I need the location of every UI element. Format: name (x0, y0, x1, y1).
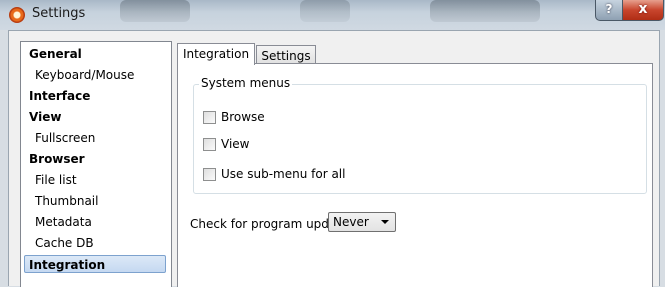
close-icon: x (638, 1, 648, 17)
updates-frequency-value: Never (333, 215, 369, 229)
sidebar-item-file-list[interactable]: File list (25, 171, 165, 189)
system-menus-title: System menus (199, 76, 293, 90)
dialog-client-area: General Keyboard/Mouse Interface View Fu… (8, 30, 660, 287)
sidebar-item-metadata[interactable]: Metadata (25, 213, 165, 231)
updates-frequency-select[interactable]: Never (328, 212, 396, 232)
title-bar[interactable]: Settings ? x (0, 0, 665, 30)
view-label[interactable]: View (221, 137, 249, 151)
sidebar-item-view[interactable]: View (25, 108, 165, 126)
view-checkbox[interactable] (203, 138, 216, 151)
use-sub-menu-label[interactable]: Use sub-menu for all (221, 167, 345, 181)
sidebar-item-general[interactable]: General (25, 45, 165, 63)
integration-tab-panel: System menus Browse View Use sub-menu fo… (177, 63, 653, 287)
app-icon (9, 7, 25, 23)
browse-checkbox[interactable] (203, 111, 216, 124)
close-button[interactable]: x (622, 0, 664, 21)
sidebar-item-fullscreen[interactable]: Fullscreen (25, 129, 165, 147)
sidebar-item-thumbnail[interactable]: Thumbnail (25, 192, 165, 210)
settings-sidebar: General Keyboard/Mouse Interface View Fu… (20, 41, 172, 287)
window-title: Settings (32, 6, 86, 21)
tab-integration[interactable]: Integration (177, 43, 255, 65)
sidebar-item-integration[interactable]: Integration (24, 255, 166, 273)
sidebar-item-browser[interactable]: Browser (25, 150, 165, 168)
background-blur (120, 0, 190, 22)
browse-label[interactable]: Browse (221, 110, 265, 124)
chevron-down-icon (381, 220, 389, 224)
tab-settings[interactable]: Settings (256, 45, 316, 65)
sidebar-item-cache-db[interactable]: Cache DB (25, 234, 165, 252)
sidebar-item-interface[interactable]: Interface (25, 87, 165, 105)
system-menus-group: System menus Browse View Use sub-menu fo… (193, 76, 647, 194)
background-blur (430, 0, 540, 22)
use-sub-menu-checkbox[interactable] (203, 168, 216, 181)
background-blur (300, 0, 350, 22)
sidebar-item-keyboard-mouse[interactable]: Keyboard/Mouse (25, 66, 165, 84)
help-button[interactable]: ? (595, 0, 623, 21)
